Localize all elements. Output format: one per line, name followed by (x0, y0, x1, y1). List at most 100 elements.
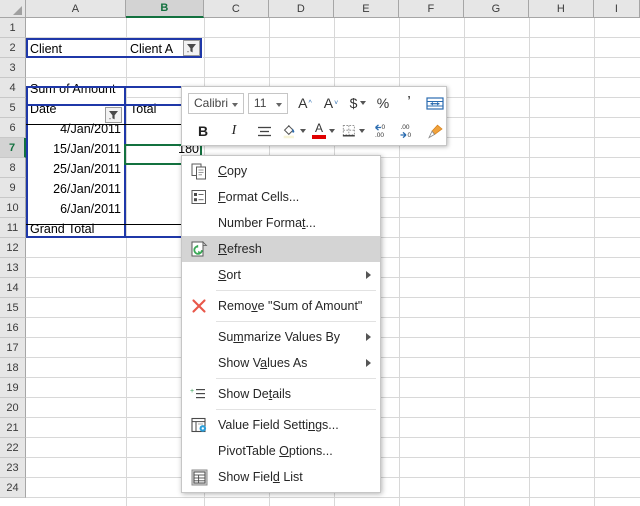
column-header-i[interactable]: I (594, 0, 640, 18)
show-field-list-icon (189, 467, 209, 487)
client-filter-dropdown-button[interactable] (183, 40, 200, 56)
fill-color-button[interactable] (282, 119, 306, 143)
menu-item-label: Copy (218, 164, 248, 178)
menu-item-refresh[interactable]: Refresh (182, 236, 380, 262)
select-all-corner[interactable] (0, 0, 26, 18)
row-header-label: 2 (9, 41, 16, 54)
value-field-settings-icon (189, 415, 209, 435)
date-filter-dropdown-button[interactable] (105, 107, 122, 123)
mini-toolbar-row-1: Calibri 11 A ^ A ˅ $ % ’ (182, 89, 446, 117)
menu-item-value-field-settings[interactable]: Value Field Settings... (182, 412, 380, 438)
percent-style-button[interactable]: % (372, 91, 394, 115)
row-header-2[interactable]: 2 (0, 38, 26, 58)
row-header-12[interactable]: 12 (0, 238, 26, 258)
cell-date-value[interactable]: 25/Jan/2011 (27, 159, 125, 179)
row-header-4[interactable]: 4 (0, 78, 26, 98)
column-header-b[interactable]: B (126, 0, 204, 18)
row-header-19[interactable]: 19 (0, 378, 26, 398)
shrink-font-button[interactable]: A ˅ (320, 91, 342, 115)
row-header-5[interactable]: 5 (0, 98, 26, 118)
column-header-a[interactable]: A (26, 0, 126, 18)
row-header-8[interactable]: 8 (0, 158, 26, 178)
row-header-7[interactable]: 7 (0, 138, 26, 158)
borders-icon (342, 125, 355, 137)
column-header-label: D (296, 2, 306, 15)
row-header-24[interactable]: 24 (0, 478, 26, 498)
row-header-13[interactable]: 13 (0, 258, 26, 278)
row-header-20[interactable]: 20 (0, 398, 26, 418)
row-header-15[interactable]: 15 (0, 298, 26, 318)
menu-item-remove-sum-of-amount[interactable]: Remove "Sum of Amount" (182, 293, 380, 319)
svg-text:0: 0 (382, 124, 386, 131)
row-header-22[interactable]: 22 (0, 438, 26, 458)
cell-date-value[interactable]: 6/Jan/2011 (27, 199, 125, 219)
column-header-e[interactable]: E (334, 0, 399, 18)
menu-item-pivottable-options[interactable]: PivotTable Options... (182, 438, 380, 464)
column-header-g[interactable]: G (464, 0, 529, 18)
menu-icon-placeholder (189, 327, 209, 347)
menu-item-label: Number Format... (218, 216, 316, 230)
row-header-6[interactable]: 6 (0, 118, 26, 138)
pivot-header-underline (26, 104, 202, 106)
font-color-button[interactable]: A (312, 119, 335, 143)
grow-font-button[interactable]: A ^ (294, 91, 316, 115)
menu-separator (216, 409, 376, 410)
gridline-horizontal (26, 37, 640, 38)
row-header-23[interactable]: 23 (0, 458, 26, 478)
row-header-label: 18 (6, 361, 19, 374)
center-align-button[interactable] (253, 119, 275, 143)
bold-button[interactable]: B (192, 119, 214, 143)
row-header-16[interactable]: 16 (0, 318, 26, 338)
borders-button[interactable] (342, 119, 365, 143)
comma-style-button[interactable]: ’ (398, 91, 420, 115)
pivot-context-menu[interactable]: Copy Format Cells... Number Format... Refre… (181, 155, 381, 493)
row-header-17[interactable]: 17 (0, 338, 26, 358)
decrease-decimal-button[interactable]: 0 .00 (372, 119, 394, 143)
increase-decimal-button[interactable]: .00 0 (398, 119, 420, 143)
column-header-f[interactable]: F (399, 0, 464, 18)
row-header-label: 11 (6, 221, 19, 234)
row-header-3[interactable]: 3 (0, 58, 26, 78)
mini-formatting-toolbar[interactable]: Calibri 11 A ^ A ˅ $ % ’ B I A 0 .00 .00… (181, 86, 447, 146)
menu-item-show-field-list[interactable]: Show Field List (182, 464, 380, 490)
column-header-c[interactable]: C (204, 0, 269, 18)
menu-item-label: Show Field List (218, 470, 303, 484)
cell-date-value[interactable]: 15/Jan/2011 (27, 139, 125, 159)
row-header-1[interactable]: 1 (0, 18, 26, 38)
menu-item-summarize-values-by[interactable]: Summarize Values By (182, 324, 380, 350)
show-details-icon: + (189, 384, 209, 404)
row-header-10[interactable]: 10 (0, 198, 26, 218)
column-header-label: B (160, 2, 169, 14)
cell-sum-of-amount-title[interactable]: Sum of Amount (27, 79, 125, 99)
svg-text:.00: .00 (375, 132, 384, 139)
format-painter-button[interactable] (424, 119, 446, 143)
cell-grand-total-label[interactable]: Grand Total (27, 219, 125, 239)
row-header-11[interactable]: 11 (0, 218, 26, 238)
accounting-format-button[interactable]: $ (347, 91, 369, 115)
row-header-21[interactable]: 21 (0, 418, 26, 438)
cell-date-value[interactable]: 26/Jan/2011 (27, 179, 125, 199)
row-header-9[interactable]: 9 (0, 178, 26, 198)
svg-text:.00: .00 (401, 124, 410, 131)
column-width-button[interactable] (424, 91, 446, 115)
column-width-icon (426, 96, 444, 110)
font-name-combo[interactable]: Calibri (188, 92, 244, 114)
menu-item-copy[interactable]: Copy (182, 158, 380, 184)
menu-item-format-cells[interactable]: Format Cells... (182, 184, 380, 210)
font-size-combo[interactable]: 11 (247, 92, 288, 114)
menu-item-sort[interactable]: Sort (182, 262, 380, 288)
row-header-18[interactable]: 18 (0, 358, 26, 378)
font-size-value: 11 (253, 96, 267, 110)
filter-funnel-icon (187, 43, 196, 53)
menu-item-show-values-as[interactable]: Show Values As (182, 350, 380, 376)
menu-item-show-details[interactable]: + Show Details (182, 381, 380, 407)
italic-button[interactable]: I (223, 119, 245, 143)
cell-client-label[interactable]: Client (27, 39, 125, 59)
column-header-h[interactable]: H (529, 0, 594, 18)
submenu-arrow-icon (366, 359, 371, 367)
column-header-d[interactable]: D (269, 0, 334, 18)
chevron-down-icon (231, 102, 238, 107)
menu-item-number-format[interactable]: Number Format... (182, 210, 380, 236)
copy-icon (189, 161, 209, 181)
row-header-14[interactable]: 14 (0, 278, 26, 298)
